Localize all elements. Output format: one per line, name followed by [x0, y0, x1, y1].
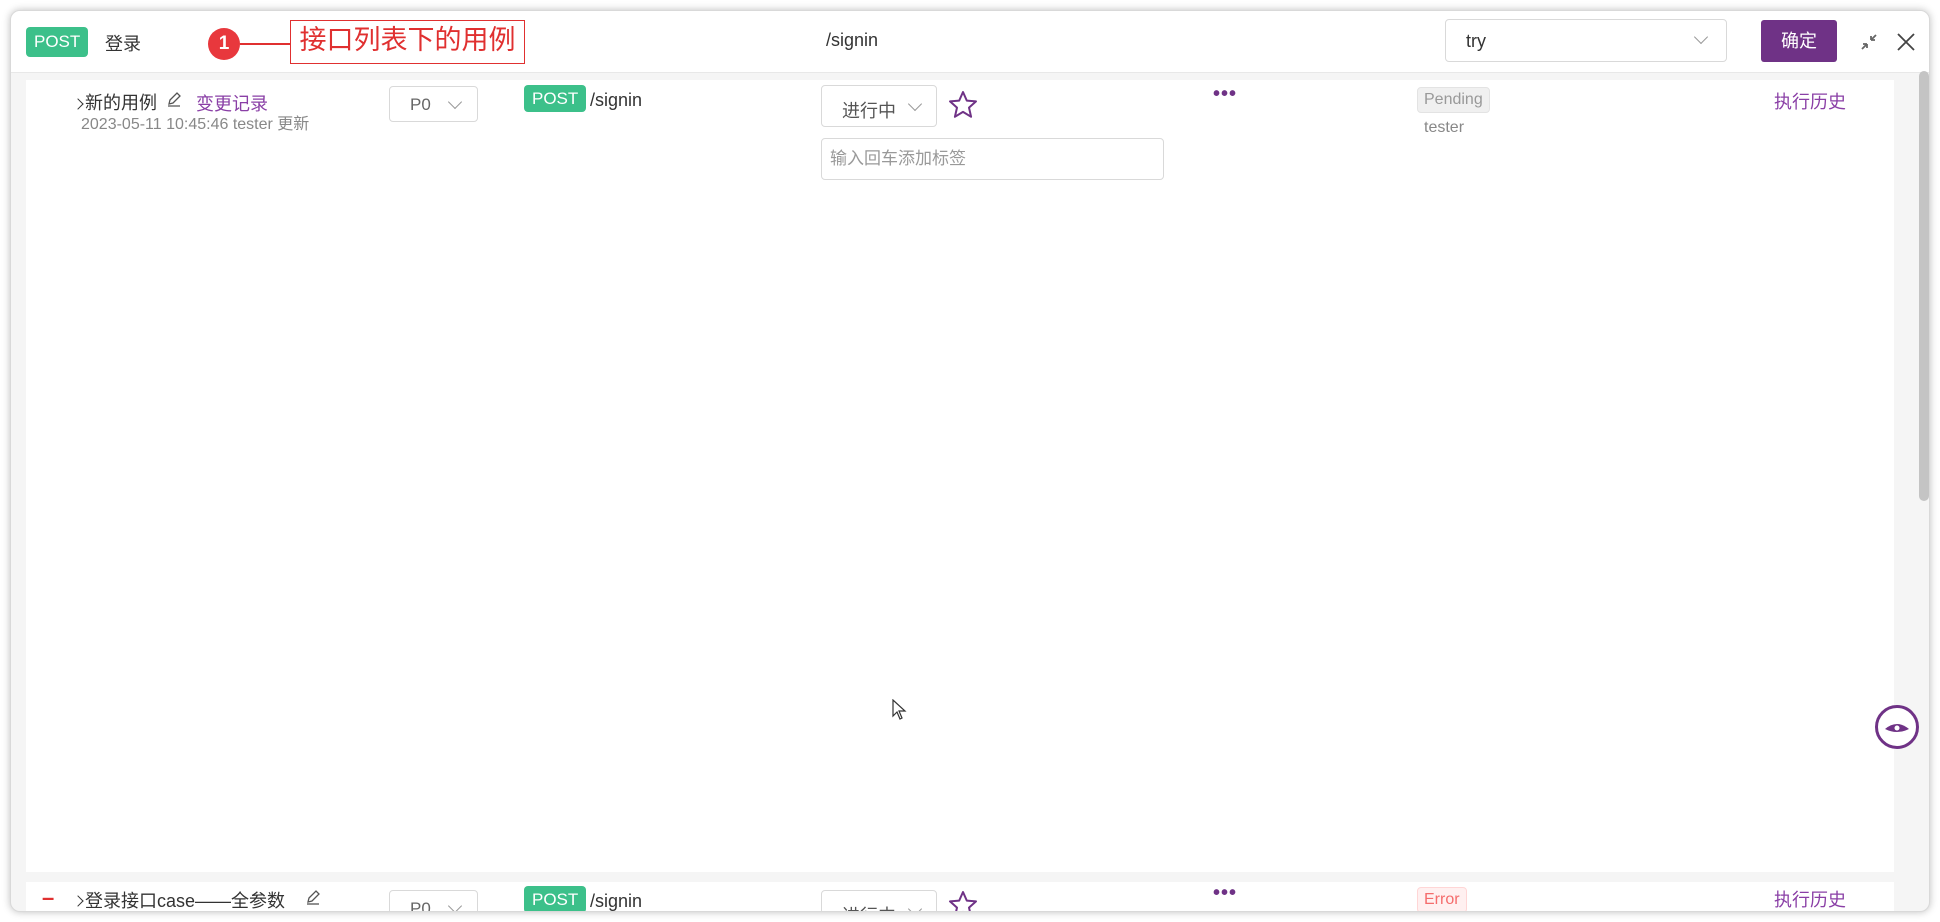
case-path: /signin	[590, 891, 643, 911]
case-row: 新的用例 变更记录 2023-05-11 10:45:46 tester 更新 …	[26, 80, 1894, 872]
priority-value: P0	[410, 899, 431, 912]
status-select[interactable]: 进行中	[821, 85, 937, 127]
eye-icon	[1885, 724, 1909, 732]
chevron-down-icon	[907, 901, 923, 911]
api-title: 登录	[105, 34, 141, 54]
case-name[interactable]: 登录接口case——全参数	[85, 887, 285, 911]
chevron-down-icon	[907, 96, 923, 112]
confirm-button[interactable]: 确定	[1761, 20, 1837, 62]
collapse-marker[interactable]: –	[42, 885, 54, 911]
floating-eye-button[interactable]	[1875, 705, 1919, 749]
priority-select[interactable]: P0	[389, 86, 478, 122]
close-icon[interactable]	[1895, 31, 1917, 58]
case-row: – 登录接口case——全参数 P0 POST /signin 进行中 ••• …	[26, 882, 1894, 912]
status-value: 进行中	[842, 101, 896, 121]
chevron-down-icon	[447, 94, 463, 110]
history-link[interactable]: 执行历史	[1774, 886, 1846, 911]
star-icon[interactable]	[947, 89, 979, 126]
chevron-down-icon	[1693, 29, 1709, 45]
case-dialog: POST 登录 1 接口列表下的用例 /signin try 确定 新的用例 变…	[10, 10, 1930, 912]
annotation-label: 接口列表下的用例	[290, 20, 525, 64]
edit-icon[interactable]	[305, 889, 321, 910]
annotation-line	[240, 43, 290, 45]
status-value: 进行中	[842, 902, 896, 911]
status-select[interactable]: 进行中	[821, 890, 937, 911]
env-select-value: try	[1466, 31, 1486, 51]
dialog-header: POST 登录 1 接口列表下的用例 /signin try 确定	[11, 11, 1929, 73]
api-path: /signin	[826, 30, 879, 50]
annotation-marker: 1	[208, 28, 240, 60]
case-meta: 2023-05-11 10:45:46 tester 更新	[81, 116, 310, 133]
result-badge: Error	[1417, 887, 1467, 911]
expand-icon[interactable]	[72, 98, 84, 110]
edit-icon[interactable]	[166, 91, 182, 112]
expand-icon[interactable]	[72, 895, 84, 907]
scrollbar[interactable]	[1919, 71, 1929, 501]
case-path: /signin	[590, 90, 643, 110]
executor: tester	[1424, 119, 1465, 136]
mouse-cursor	[892, 698, 908, 726]
star-icon[interactable]	[947, 889, 979, 911]
chevron-down-icon	[447, 898, 463, 911]
minimize-icon[interactable]	[1859, 32, 1879, 57]
tag-input[interactable]	[821, 138, 1164, 180]
method-badge: POST	[26, 27, 89, 57]
priority-select[interactable]: P0	[389, 890, 478, 912]
priority-value: P0	[410, 95, 431, 114]
case-method-badge: POST	[524, 85, 587, 112]
history-link[interactable]: 执行历史	[1774, 88, 1846, 114]
case-method-badge: POST	[524, 886, 587, 911]
more-button[interactable]: •••	[1213, 83, 1237, 106]
more-button[interactable]: •••	[1213, 882, 1237, 905]
env-select[interactable]: try	[1445, 19, 1727, 62]
result-badge: Pending	[1417, 87, 1490, 113]
